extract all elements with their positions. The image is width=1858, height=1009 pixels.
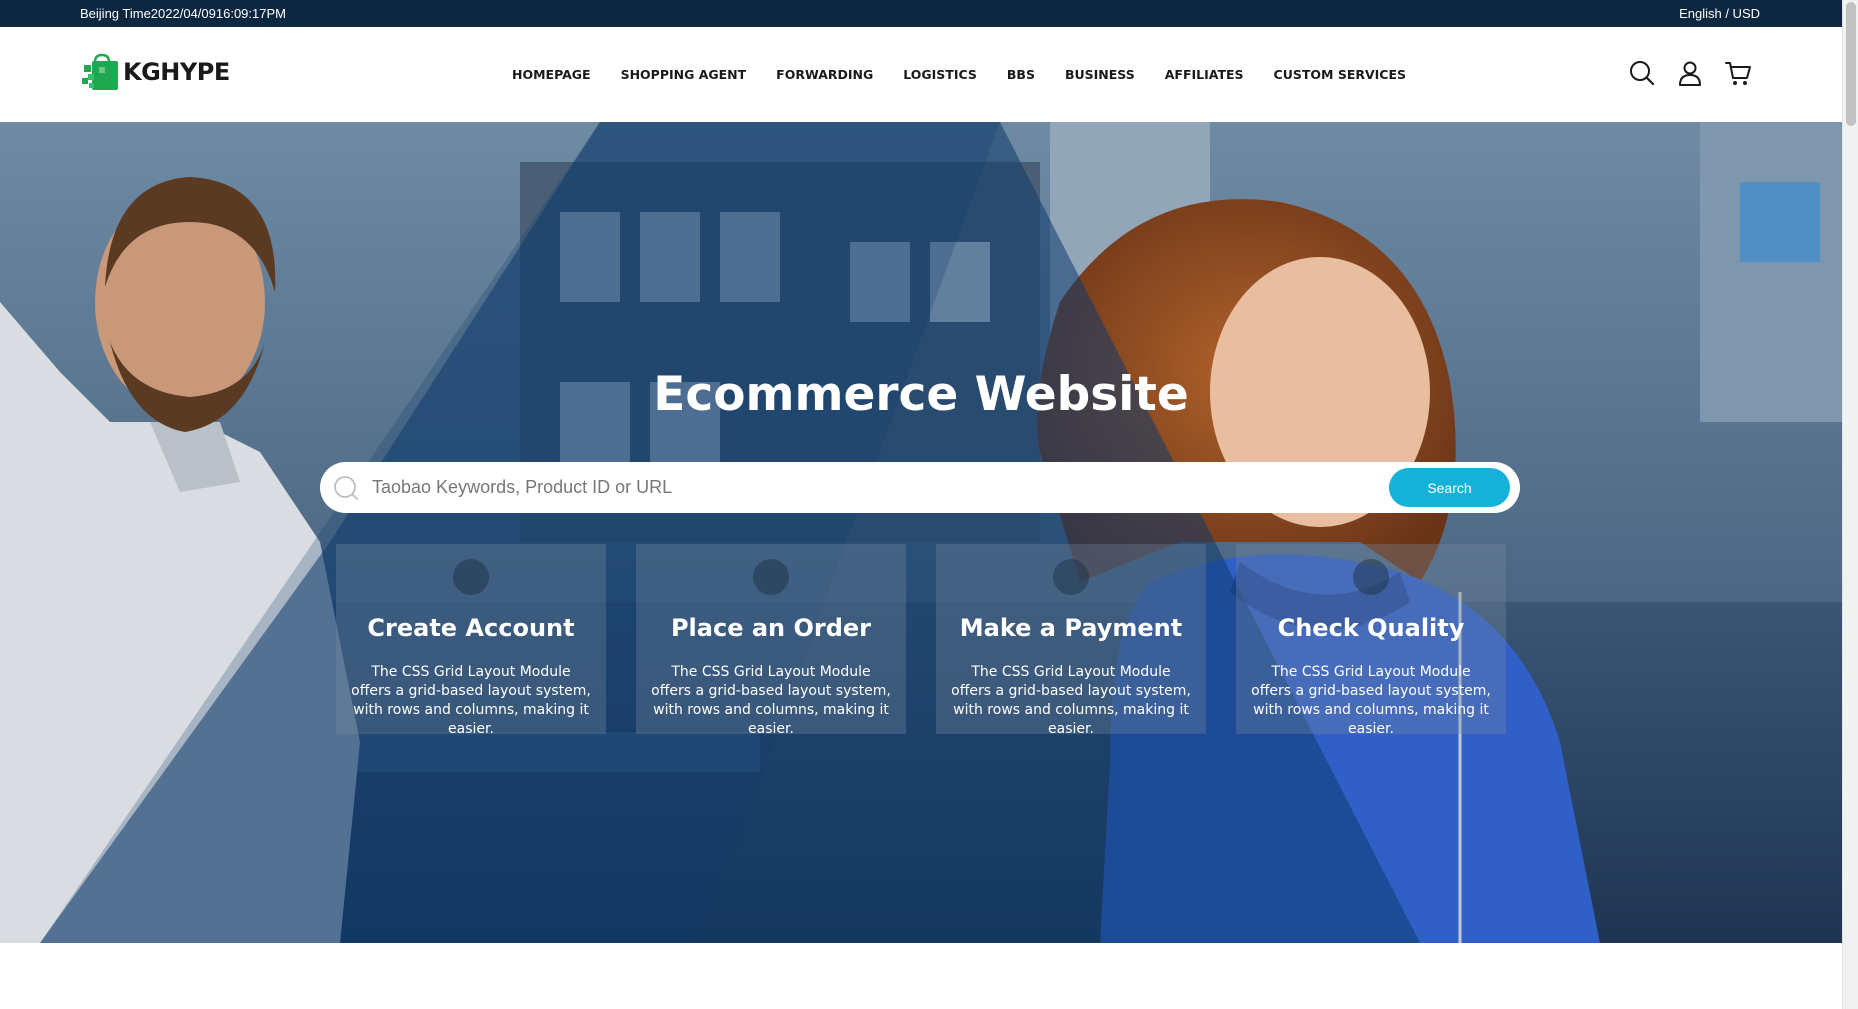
search-icon[interactable] <box>1628 59 1656 87</box>
main-nav: HOMEPAGE SHOPPING AGENT FORWARDING LOGIS… <box>512 67 1406 82</box>
search-field-icon <box>334 476 358 500</box>
site-header: KGHYPE HOMEPAGE SHOPPING AGENT FORWARDIN… <box>0 27 1842 122</box>
step-card-create-account[interactable]: Create Account The CSS Grid Layout Modul… <box>336 544 606 737</box>
nav-item-affiliates[interactable]: AFFILIATES <box>1165 67 1244 82</box>
language-currency-selector[interactable]: English / USD <box>1679 6 1760 21</box>
step-icon <box>1053 559 1089 595</box>
process-steps: Create Account The CSS Grid Layout Modul… <box>336 544 1506 737</box>
step-title: Make a Payment <box>959 614 1183 642</box>
search-button[interactable]: Search <box>1389 468 1510 507</box>
logo-bag-icon <box>82 53 118 90</box>
logo-text: KGHYPE <box>123 58 230 86</box>
product-search-bar: Search <box>320 462 1520 513</box>
nav-item-shopping-agent[interactable]: SHOPPING AGENT <box>621 67 747 82</box>
user-icon[interactable] <box>1676 59 1704 87</box>
step-card-place-order[interactable]: Place an Order The CSS Grid Layout Modul… <box>636 544 906 737</box>
nav-item-forwarding[interactable]: FORWARDING <box>776 67 873 82</box>
step-card-make-payment[interactable]: Make a Payment The CSS Grid Layout Modul… <box>936 544 1206 737</box>
step-description: The CSS Grid Layout Module offers a grid… <box>651 664 891 737</box>
hero-background-image <box>0 122 1842 943</box>
site-logo[interactable]: KGHYPE <box>82 52 230 92</box>
step-title: Create Account <box>367 614 575 642</box>
cart-icon[interactable] <box>1724 59 1752 87</box>
nav-item-business[interactable]: BUSINESS <box>1065 67 1135 82</box>
step-title: Check Quality <box>1277 614 1465 642</box>
step-card-check-quality[interactable]: Check Quality The CSS Grid Layout Module… <box>1236 544 1506 737</box>
step-icon <box>753 559 789 595</box>
hero-banner: Ecommerce Website Search Create Account … <box>0 122 1842 943</box>
beijing-time: Beijing Time2022/04/0916:09:17PM <box>80 6 286 21</box>
nav-item-homepage[interactable]: HOMEPAGE <box>512 67 591 82</box>
step-icon <box>1353 559 1389 595</box>
step-description: The CSS Grid Layout Module offers a grid… <box>951 664 1191 737</box>
page-scrollbar[interactable] <box>1842 0 1858 1009</box>
step-description: The CSS Grid Layout Module offers a grid… <box>351 664 591 737</box>
step-icon <box>453 559 489 595</box>
nav-item-custom-services[interactable]: CUSTOM SERVICES <box>1274 67 1406 82</box>
nav-item-logistics[interactable]: LOGISTICS <box>903 67 977 82</box>
scrollbar-thumb[interactable] <box>1846 2 1856 126</box>
hero-title: Ecommerce Website <box>653 367 1189 422</box>
search-input[interactable] <box>372 470 1372 505</box>
top-info-bar: Beijing Time2022/04/0916:09:17PM English… <box>0 0 1842 27</box>
header-actions <box>1608 59 1752 87</box>
step-title: Place an Order <box>670 614 872 642</box>
nav-item-bbs[interactable]: BBS <box>1007 67 1035 82</box>
step-description: The CSS Grid Layout Module offers a grid… <box>1251 664 1491 737</box>
